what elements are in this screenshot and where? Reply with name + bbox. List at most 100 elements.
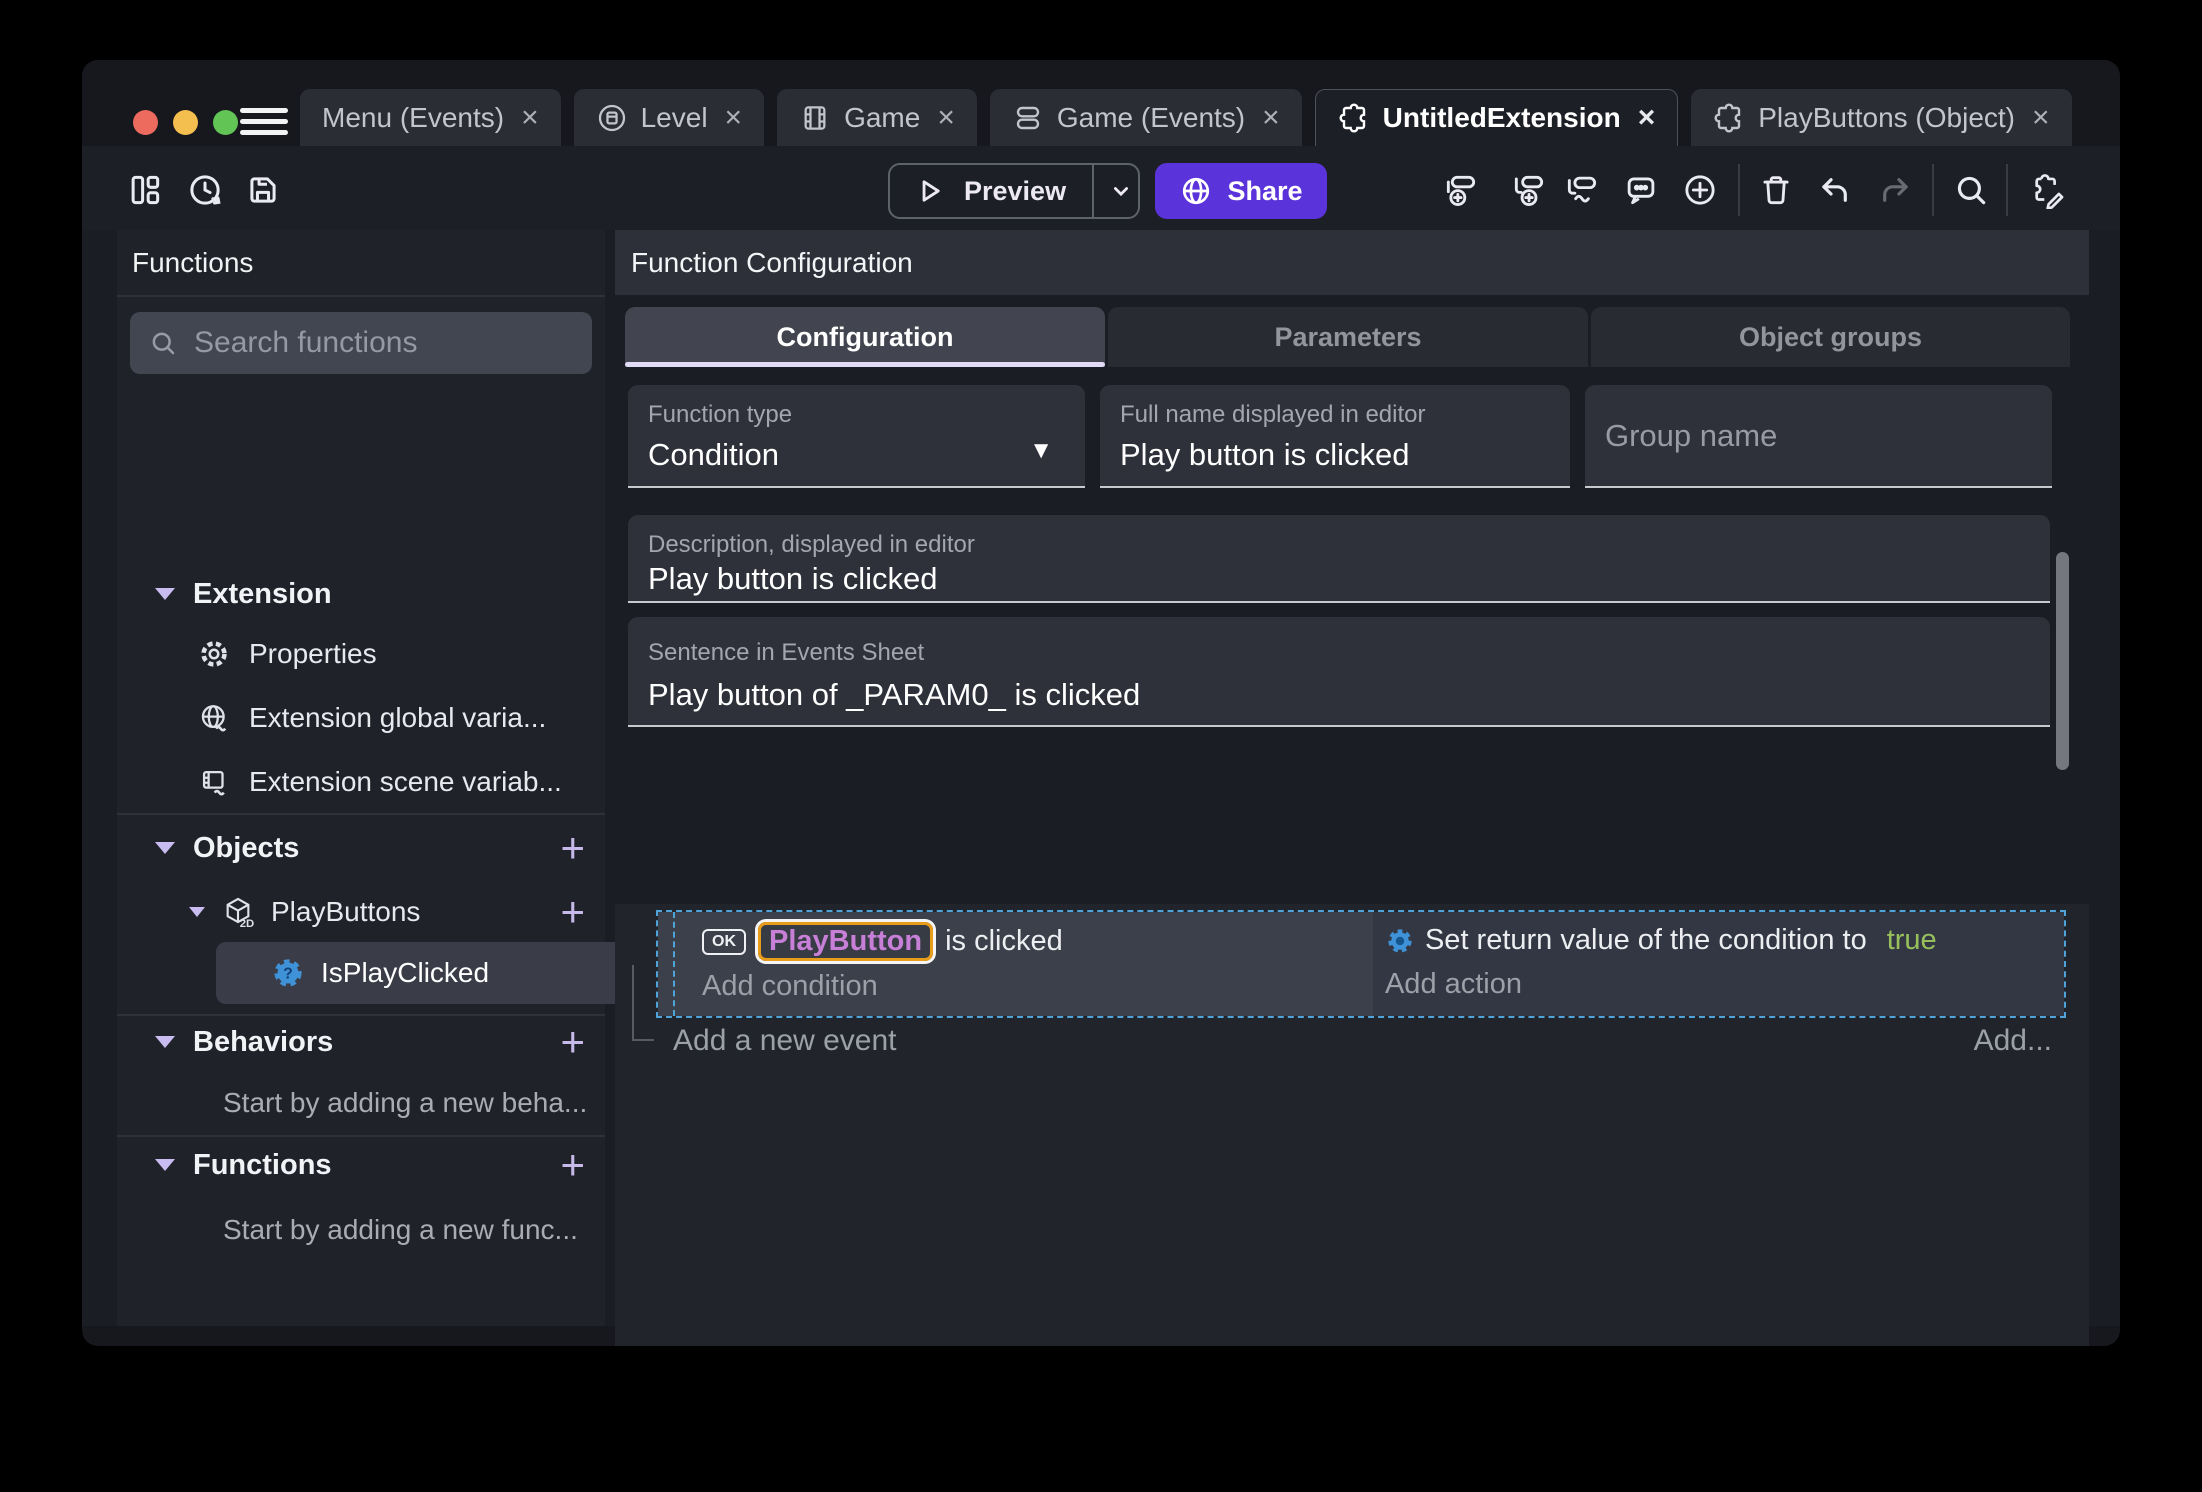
add-new-event-link[interactable]: Add a new event: [673, 1024, 897, 1058]
add-behavior-button[interactable]: +: [560, 1021, 585, 1063]
close-icon[interactable]: ×: [1262, 101, 1280, 135]
tab-object-groups[interactable]: Object groups: [1591, 307, 2070, 367]
add-subevent-button[interactable]: [1507, 168, 1551, 212]
save-icon: [250, 177, 276, 203]
comment-icon: [1627, 177, 1655, 205]
sidebar-item-playbuttons[interactable]: 2D PlayButtons +: [117, 884, 605, 940]
preview-button[interactable]: Preview: [888, 163, 1140, 219]
sidebar-section-objects[interactable]: Objects +: [117, 820, 605, 876]
add-free-function-button[interactable]: +: [560, 1144, 585, 1186]
traffic-light-close[interactable]: [133, 110, 158, 135]
group-name-field[interactable]: [1585, 385, 2052, 488]
close-icon[interactable]: ×: [521, 101, 539, 135]
scene-icon: [598, 104, 625, 131]
divider: [117, 813, 605, 815]
search-button[interactable]: [1949, 168, 1993, 212]
description-field[interactable]: Description, displayed in editor Play bu…: [628, 515, 2050, 603]
toolbar-divider: [2006, 164, 2008, 216]
gear-blue-icon: [1388, 928, 1412, 953]
sidebar-item-extension-global-variables[interactable]: Extension global varia...: [117, 690, 605, 746]
project-manager-icon: [131, 175, 160, 205]
tab-label: Menu (Events): [322, 101, 505, 133]
undo-icon: [1822, 178, 1847, 202]
tab-parameters[interactable]: Parameters: [1108, 307, 1588, 367]
close-icon[interactable]: ×: [2032, 101, 2050, 135]
full-name-field[interactable]: Full name displayed in editor Play butto…: [1100, 385, 1570, 488]
function-type-select[interactable]: Function type Condition ▼: [628, 385, 1085, 488]
add-event-button[interactable]: [1439, 168, 1483, 212]
selected-object-chip[interactable]: PlayButton: [758, 922, 934, 961]
tab-menu-events[interactable]: Menu (Events) ×: [300, 89, 561, 146]
group-name-input[interactable]: [1585, 385, 2052, 486]
add-object-button[interactable]: +: [560, 827, 585, 869]
share-button[interactable]: Share: [1155, 163, 1327, 219]
tab-configuration[interactable]: Configuration: [625, 307, 1105, 367]
delete-button[interactable]: [1754, 168, 1798, 212]
version-history-button[interactable]: [183, 168, 227, 212]
traffic-light-zoom[interactable]: [213, 110, 238, 135]
add-function-to-object-button[interactable]: +: [560, 891, 585, 933]
add-other-event-button[interactable]: [1560, 168, 1604, 212]
chevron-down-icon[interactable]: [155, 1036, 175, 1048]
chevron-down-icon[interactable]: [1106, 176, 1136, 206]
extension-puzzle-icon: [1714, 103, 1741, 132]
sidebar-item-isplayclicked[interactable]: ? IsPlayClicked: [216, 942, 635, 1004]
add-more-link[interactable]: Add...: [1974, 1024, 2052, 1058]
extension-edit-icon: [2035, 174, 2064, 209]
ok-badge-icon: OK: [702, 928, 746, 955]
globe-variables-icon: [201, 705, 227, 732]
add-condition-link[interactable]: Add condition: [702, 970, 878, 1003]
tab-game-events[interactable]: Game (Events) ×: [989, 89, 1302, 146]
vertical-scrollbar-thumb[interactable]: [2056, 552, 2069, 770]
undo-button[interactable]: [1813, 168, 1857, 212]
traffic-light-minimize[interactable]: [173, 110, 198, 135]
tab-game[interactable]: Game ×: [777, 89, 977, 146]
search-icon: [1957, 176, 1986, 205]
save-button[interactable]: [241, 168, 285, 212]
tab-level[interactable]: Level ×: [573, 89, 765, 146]
window-tab-bar: Menu (Events) × Level × Game × Game (Eve…: [82, 60, 2120, 146]
add-action-link[interactable]: Add action: [1385, 968, 1522, 1001]
condition-line[interactable]: OK PlayButton is clicked: [702, 922, 1063, 961]
chevron-down-icon[interactable]: [155, 1159, 175, 1171]
editor-tabs: Menu (Events) × Level × Game × Game (Eve…: [300, 89, 2072, 146]
add-comment-button[interactable]: [1619, 168, 1663, 212]
add-event-row: Add a new event Add...: [656, 1022, 2066, 1062]
add-event-icon: [1446, 175, 1476, 206]
sidebar-section-extension[interactable]: Extension: [117, 566, 605, 622]
action-line[interactable]: Set return value of the condition to tru…: [1385, 924, 1937, 957]
sentence-field[interactable]: Sentence in Events Sheet Play button of …: [628, 617, 2050, 727]
tab-label: Level: [640, 101, 708, 133]
close-icon[interactable]: ×: [937, 101, 955, 135]
search-functions-box[interactable]: [130, 312, 592, 374]
close-icon[interactable]: ×: [725, 101, 743, 135]
redo-button[interactable]: [1873, 168, 1917, 212]
sidebar-item-extension-scene-variables[interactable]: Extension scene variab...: [117, 754, 605, 810]
chevron-down-icon[interactable]: [155, 842, 175, 854]
edit-extension-button[interactable]: [2025, 168, 2069, 212]
event-row[interactable]: OK PlayButton is clicked Add condition S…: [656, 910, 2066, 1018]
event-selection-edge: [673, 912, 675, 1016]
chevron-down-icon[interactable]: [155, 588, 175, 600]
close-icon[interactable]: ×: [1638, 101, 1656, 135]
add-subevent-icon: [1514, 175, 1544, 206]
scene-variables-icon: [202, 770, 225, 796]
menu-icon[interactable]: [240, 108, 288, 138]
sidebar-item-properties[interactable]: Properties: [117, 626, 605, 682]
project-manager-button[interactable]: [123, 168, 167, 212]
main-toolbar: Preview Share: [82, 146, 2120, 230]
tab-untitled-extension[interactable]: UntitledExtension ×: [1314, 89, 1679, 146]
tab-playbuttons-object[interactable]: PlayButtons (Object) ×: [1691, 89, 2072, 146]
sidebar-section-behaviors[interactable]: Behaviors +: [117, 1014, 605, 1070]
history-clock-icon: [190, 175, 221, 205]
add-button[interactable]: [1678, 168, 1722, 212]
play-icon: [922, 180, 940, 202]
chevron-down-icon[interactable]: [189, 907, 205, 917]
search-functions-input[interactable]: [194, 326, 580, 360]
tab-label: UntitledExtension: [1382, 102, 1621, 133]
toolbar-divider: [1932, 164, 1934, 216]
sidebar-section-functions[interactable]: Functions +: [117, 1137, 605, 1193]
redo-icon: [1883, 178, 1908, 202]
extension-puzzle-icon: [1339, 103, 1365, 133]
actions-cell: Set return value of the condition to tru…: [1372, 912, 2064, 1016]
